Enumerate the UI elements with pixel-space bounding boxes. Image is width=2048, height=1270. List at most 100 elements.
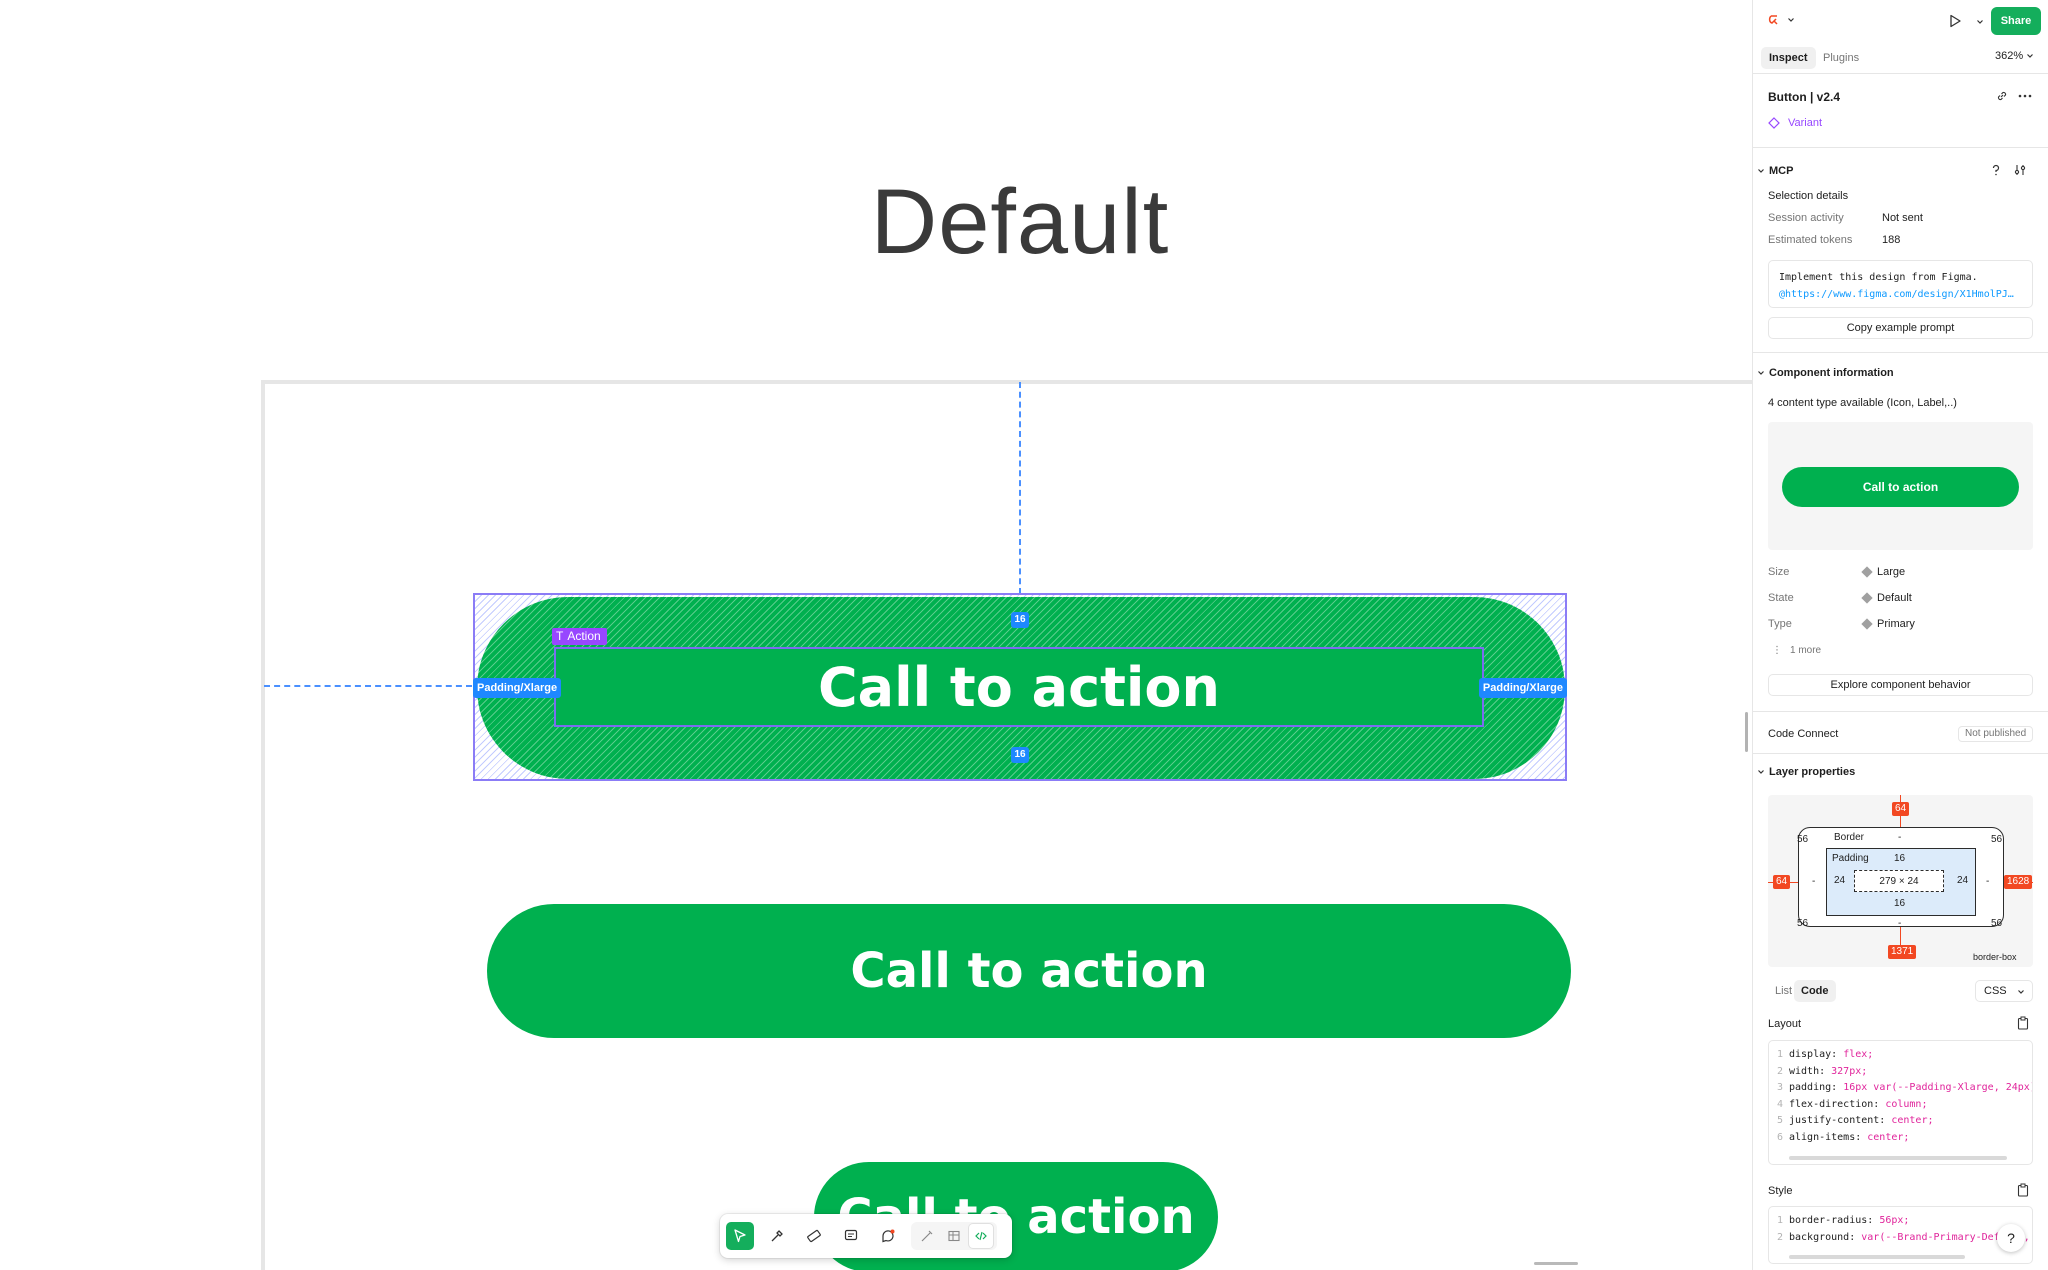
layout-code-lines: 1 display: flex; 2 width: 327px; 3 padding: 1… — [1769, 1047, 2032, 1146]
selected-button-instance[interactable]: T Action Call to action Padding/Xlarge P… — [473, 593, 1567, 781]
explore-component-behavior-button[interactable]: Explore component behavior — [1768, 674, 2033, 696]
action-layer-tag[interactable]: T Action — [552, 628, 607, 645]
zoom-dropdown[interactable]: 362% — [1995, 50, 2034, 62]
question-icon: ? — [2007, 1230, 2015, 1246]
css-property: border-radius: — [1789, 1215, 1874, 1226]
variant-link[interactable]: Variant — [1768, 117, 1822, 129]
link-icon — [1997, 91, 2007, 101]
divider — [1753, 352, 2048, 353]
present-button[interactable] — [1947, 13, 1963, 32]
line-number: 6 — [1776, 1131, 1783, 1143]
code-view-toggle[interactable]: Code — [1794, 980, 1836, 1002]
ruler-tool[interactable] — [800, 1222, 828, 1250]
layer-properties-toggle[interactable]: Layer properties — [1757, 766, 1855, 778]
canvas-horizontal-scrollbar[interactable] — [1534, 1262, 1578, 1265]
text-layer-icon: T — [556, 629, 564, 643]
layout-code-block[interactable]: 1 display: flex; 2 width: 327px; 3 padding: 1… — [1768, 1040, 2033, 1165]
large-button-instance[interactable]: Call to action — [487, 904, 1571, 1038]
layout-title: Layout — [1768, 1018, 1802, 1030]
session-activity-value: Not sent — [1882, 212, 1923, 224]
divider — [1753, 73, 2048, 74]
ai-draw-tool[interactable] — [915, 1224, 939, 1248]
move-tool[interactable] — [726, 1222, 754, 1250]
copy-link-button[interactable] — [1995, 89, 2009, 106]
mcp-settings-button[interactable] — [2013, 163, 2027, 180]
code-scrollbar[interactable] — [1789, 1255, 1965, 1259]
dev-mode-tool[interactable] — [969, 1224, 993, 1248]
padding-top-value: 16 — [1894, 853, 1906, 864]
language-select[interactable]: CSS — [1975, 980, 2033, 1002]
estimated-tokens-label: Estimated tokens — [1768, 234, 1853, 246]
help-button[interactable]: ? — [1997, 1224, 2025, 1252]
left-distance-value: 64 — [1773, 875, 1791, 889]
box-content-size: 279 × 24 — [1854, 870, 1944, 892]
chevron-down-icon — [2027, 54, 2034, 58]
border-label: Border — [1834, 832, 1865, 843]
css-value: 16px var(--Padding-Xlarge, 24px); — [1837, 1082, 2033, 1093]
design-canvas[interactable]: Default T Action Call to action Padding/… — [0, 0, 1752, 1270]
padding-left-value: 24 — [1834, 875, 1846, 886]
css-property: width: — [1789, 1065, 1826, 1077]
prop-type-value: Primary — [1861, 618, 1915, 630]
horizontal-measure-guide — [264, 685, 472, 687]
frame-boundary — [261, 380, 1752, 1270]
show-more-properties[interactable]: ⋮ 1 more — [1772, 645, 1821, 656]
code-line: 6 align-items: center; — [1769, 1130, 2032, 1147]
property-diamond-icon — [1861, 566, 1873, 578]
pencil-sparkle-icon — [921, 1230, 933, 1242]
divider — [1753, 147, 2048, 148]
chevron-down-icon — [1758, 770, 1764, 774]
box-sizing-label: border-box — [1973, 952, 2017, 962]
copy-style-button[interactable] — [2017, 1183, 2029, 1200]
panel-resize-handle[interactable] — [1745, 712, 1748, 752]
radius-top-left: 56 — [1797, 834, 1809, 845]
dev-mode-group — [911, 1222, 997, 1250]
prompt-text: Implement this design from Figma. — [1779, 272, 1978, 283]
code-line: 2 background: var(--Brand-Primary-Default… — [1769, 1230, 2032, 1247]
workspace-menu[interactable] — [1767, 13, 1795, 27]
example-prompt-box[interactable]: Implement this design from Figma. @https… — [1768, 260, 2033, 308]
table-tool[interactable] — [942, 1224, 966, 1248]
figma-dev-mode-window: Default T Action Call to action Padding/… — [0, 0, 2048, 1270]
padding-right-tag: Padding/Xlarge — [1478, 678, 1567, 698]
share-button[interactable]: Share — [1991, 7, 2041, 35]
code-scrollbar[interactable] — [1789, 1156, 2007, 1160]
line-number: 1 — [1776, 1049, 1783, 1060]
prop-state-value: Default — [1861, 592, 1912, 604]
radius-bottom-right: 56 — [1991, 918, 2003, 929]
chevron-down-icon — [1788, 18, 1794, 22]
border-bottom-value: - — [1898, 918, 1902, 929]
border-top-value: - — [1898, 832, 1902, 843]
radius-top-right: 56 — [1991, 834, 2003, 845]
present-options-button[interactable] — [1976, 17, 1984, 29]
border-left-value: - — [1812, 876, 1816, 887]
divider — [1753, 753, 2048, 754]
copy-layout-button[interactable] — [2017, 1016, 2029, 1033]
component-info-title: Component information — [1769, 367, 1894, 379]
component-preview: Call to action — [1768, 422, 2033, 550]
clipboard-icon — [2017, 1183, 2029, 1197]
style-code-block[interactable]: 1 border-radius: 56px; 2 background: var(--… — [1768, 1206, 2033, 1264]
pen-tool[interactable] — [763, 1222, 791, 1250]
css-value: column; — [1879, 1098, 1928, 1110]
more-options-button[interactable] — [2017, 89, 2033, 106]
more-horizontal-icon — [2018, 94, 2032, 98]
component-name: Button | v2.4 — [1768, 90, 1841, 104]
tab-plugins[interactable]: Plugins — [1815, 47, 1867, 69]
action-tag-label: Action — [567, 629, 601, 643]
mcp-section-toggle[interactable]: MCP — [1757, 165, 1793, 177]
copy-example-prompt-button[interactable]: Copy example prompt — [1768, 317, 2033, 339]
prompt-figma-link[interactable]: @https://www.figma.com/design/X1HmolPJ… — [1779, 286, 2022, 303]
button-label-frame[interactable]: Call to action — [554, 647, 1484, 727]
comment-tool[interactable] — [837, 1222, 865, 1250]
clipboard-icon — [2017, 1016, 2029, 1030]
component-info-toggle[interactable]: Component information — [1757, 367, 1894, 379]
mcp-help-button[interactable] — [1989, 163, 2003, 180]
prop-size-value: Large — [1861, 566, 1905, 578]
tab-inspect[interactable]: Inspect — [1761, 47, 1816, 69]
annotation-tool[interactable] — [874, 1222, 902, 1250]
bottom-gap-tag: 16 — [1011, 747, 1029, 763]
css-value: 56px; — [1873, 1215, 1910, 1226]
bottom-toolbar — [720, 1214, 1012, 1258]
prop-type-text: Primary — [1877, 618, 1915, 630]
